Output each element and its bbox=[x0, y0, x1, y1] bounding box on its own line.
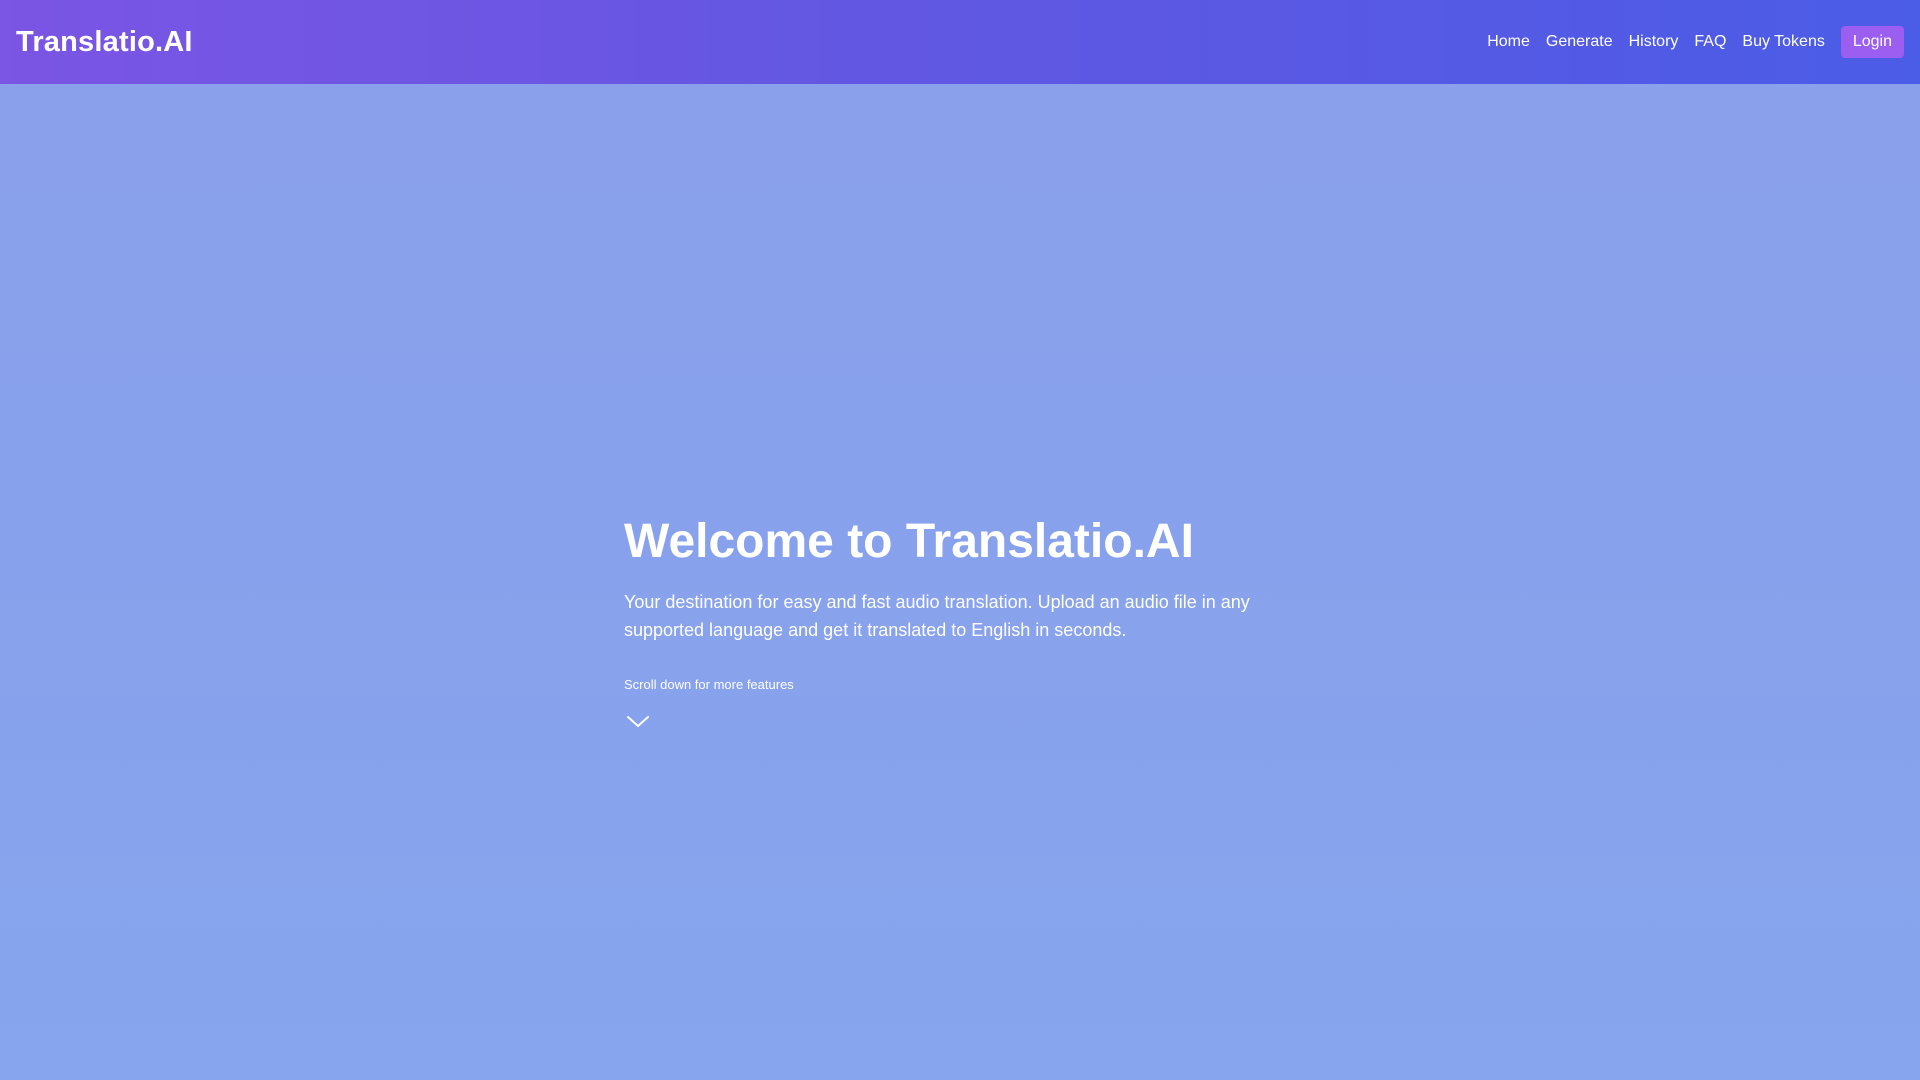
nav-link-home[interactable]: Home bbox=[1479, 25, 1538, 59]
scroll-hint: Scroll down for more features bbox=[624, 677, 794, 692]
nav-link-buy-tokens[interactable]: Buy Tokens bbox=[1734, 25, 1832, 59]
login-button[interactable]: Login bbox=[1840, 26, 1904, 58]
nav-link-generate[interactable]: Generate bbox=[1538, 25, 1621, 59]
hero-title: Welcome to Translatio.AI bbox=[624, 515, 1194, 568]
nav-link-faq[interactable]: FAQ bbox=[1686, 25, 1734, 59]
brand-logo[interactable]: Translatio.AI bbox=[16, 26, 193, 59]
chevron-down-icon[interactable] bbox=[624, 712, 652, 730]
top-navbar: Translatio.AI Home Generate History FAQ … bbox=[0, 0, 1920, 84]
hero-section: Welcome to Translatio.AI Your destinatio… bbox=[624, 510, 1324, 730]
hero-subtitle: Your destination for easy and fast audio… bbox=[624, 592, 1250, 640]
nav-links: Home Generate History FAQ Buy Tokens Log… bbox=[1479, 25, 1904, 59]
nav-link-history[interactable]: History bbox=[1621, 25, 1687, 59]
